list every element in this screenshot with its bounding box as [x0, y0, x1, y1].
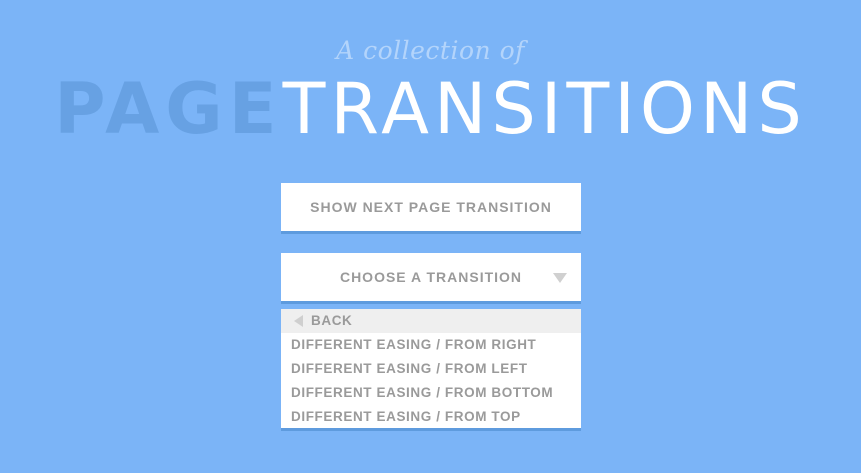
caret-down-icon — [553, 273, 567, 283]
subtitle: A collection of — [336, 36, 525, 65]
menu-item-back-label: BACK — [311, 313, 353, 328]
title-bold: PAGE — [54, 68, 283, 150]
menu-item-from-top[interactable]: DIFFERENT EASING / FROM TOP — [281, 405, 581, 429]
transition-menu: BACK DIFFERENT EASING / FROM RIGHT DIFFE… — [281, 309, 581, 428]
menu-item-from-bottom[interactable]: DIFFERENT EASING / FROM BOTTOM — [281, 381, 581, 405]
show-next-transition-button[interactable]: SHOW NEXT PAGE TRANSITION — [281, 183, 581, 231]
title-light: TRANSITIONS — [282, 68, 807, 150]
page-title: PAGETRANSITIONS — [0, 66, 861, 152]
menu-item-from-right[interactable]: DIFFERENT EASING / FROM RIGHT — [281, 333, 581, 357]
menu-item-from-left[interactable]: DIFFERENT EASING / FROM LEFT — [281, 357, 581, 381]
menu-item-back[interactable]: BACK — [281, 309, 581, 333]
show-next-transition-label: SHOW NEXT PAGE TRANSITION — [310, 199, 552, 215]
caret-left-icon — [294, 315, 303, 327]
choose-transition-label: CHOOSE A TRANSITION — [339, 269, 523, 285]
choose-transition-dropdown[interactable]: CHOOSE A TRANSITION — [281, 253, 581, 301]
